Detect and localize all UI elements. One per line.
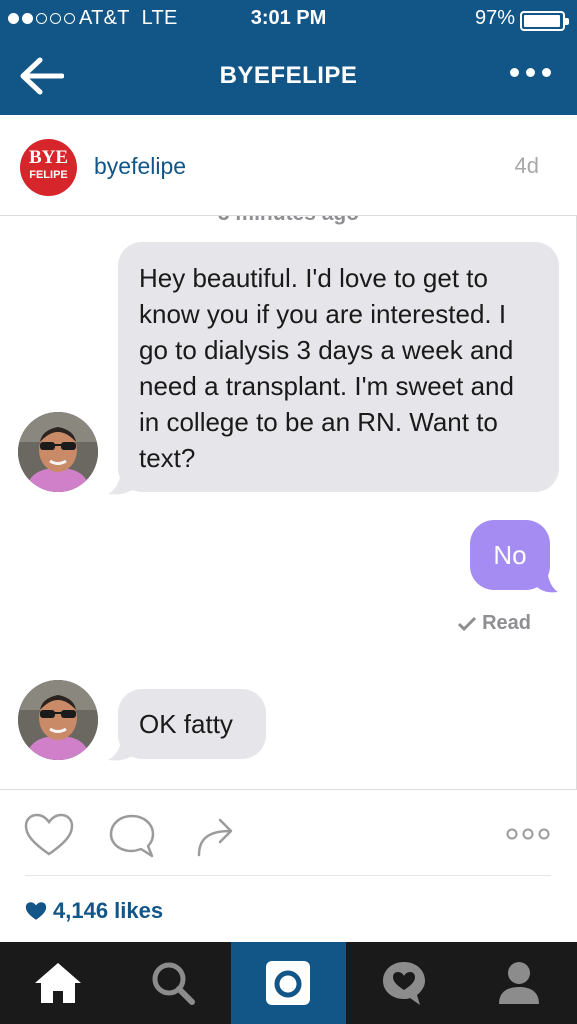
share-icon xyxy=(197,818,233,857)
battery-percent: 97% xyxy=(474,7,515,29)
top-bar: AT&T LTE 3:01 PM 97% BYEFELIPE xyxy=(0,0,577,115)
tab-search[interactable] xyxy=(115,942,230,1024)
logo-line-2: FELIPE xyxy=(29,169,68,181)
message-bubble-outgoing: No xyxy=(470,520,550,590)
post-age: 4d xyxy=(514,153,539,178)
page-title: BYEFELIPE xyxy=(219,62,358,89)
battery-icon xyxy=(520,11,569,31)
options-icon xyxy=(506,828,550,840)
nav-bar: BYEFELIPE xyxy=(0,38,577,115)
tab-camera[interactable] xyxy=(230,942,347,1024)
likes-count[interactable]: 4,146 likes xyxy=(25,898,163,924)
sender-avatar xyxy=(18,412,98,492)
message-bubble-incoming: Hey beautiful. I'd love to get to know y… xyxy=(118,242,559,492)
activity-icon xyxy=(382,962,425,1005)
status-bar: AT&T LTE 3:01 PM 97% xyxy=(0,0,577,38)
ellipsis-icon xyxy=(510,68,519,77)
logo-line-1: BYE xyxy=(28,147,69,168)
profile-avatar[interactable]: BYE FELIPE xyxy=(20,139,77,196)
options-button[interactable] xyxy=(506,827,550,846)
read-receipt: Read xyxy=(457,612,531,635)
username-link[interactable]: byefelipe xyxy=(94,153,186,180)
camera-icon xyxy=(266,961,311,1005)
heart-icon xyxy=(24,813,74,856)
post-actions xyxy=(0,805,577,865)
tab-profile[interactable] xyxy=(462,942,577,1024)
share-button[interactable] xyxy=(196,815,236,862)
checkmark-icon xyxy=(458,616,477,631)
divider xyxy=(25,875,551,876)
more-options-button[interactable] xyxy=(510,68,551,77)
tab-bar xyxy=(0,942,577,1024)
sender-avatar xyxy=(18,680,98,760)
post-header: BYE FELIPE byefelipe 4d xyxy=(0,115,577,215)
tab-activity[interactable] xyxy=(346,942,461,1024)
message-bubble-incoming: OK fatty xyxy=(118,689,266,759)
like-button[interactable] xyxy=(24,813,74,862)
tab-home[interactable] xyxy=(0,942,115,1024)
profile-icon xyxy=(499,962,540,1004)
chat-timestamp: 3 minutes ago xyxy=(0,216,576,226)
home-icon xyxy=(34,963,81,1003)
post-image[interactable]: 3 minutes ago Hey beautiful. I'd love to… xyxy=(0,215,577,790)
search-icon xyxy=(152,962,196,1005)
comment-button[interactable] xyxy=(108,813,156,864)
heart-filled-icon xyxy=(25,902,47,920)
comment-icon xyxy=(109,814,155,858)
